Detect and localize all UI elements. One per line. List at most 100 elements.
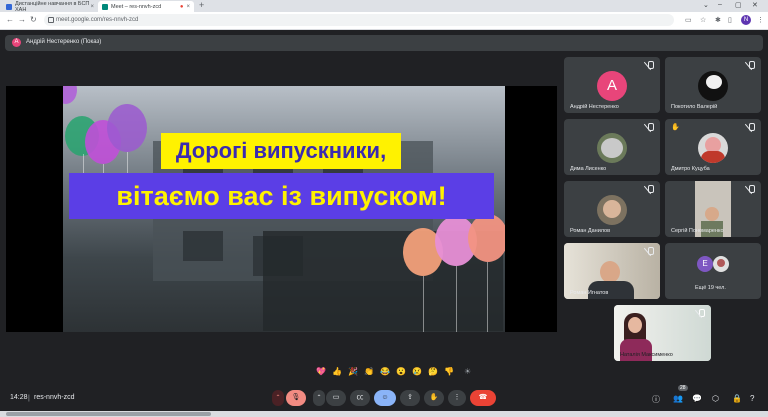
url-field[interactable]: meet.google.com/res-nnvh-zcd: [44, 14, 674, 26]
participant-tile[interactable]: Роман Игнатов: [564, 243, 660, 299]
browser-tab-title: Meet – res-nnvh-zcd: [111, 3, 162, 10]
close-window-icon[interactable]: ✕: [752, 1, 758, 9]
back-icon[interactable]: ←: [6, 15, 14, 24]
building-window: [183, 231, 223, 261]
microphone-off-button[interactable]: 🎙: [286, 390, 306, 406]
meeting-info-icon[interactable]: ⓘ: [652, 394, 660, 405]
end-call-button[interactable]: ☎: [470, 390, 496, 406]
presentation-slide: Дорогі випускники, вітаємо вас із випуск…: [63, 86, 505, 332]
browser-tab-title: Дистанційне навчання в БСП ХАН: [15, 0, 90, 13]
participant-avatar: A: [597, 71, 627, 101]
meeting-control-bar: 14:28 | res-nnvh-zcd ⌃ 🎙 ⌃ ▭ ㏄ ☺ ⇪ ✋ ⋮ ☎…: [0, 385, 768, 411]
tab-search-icon[interactable]: ⌄: [703, 1, 709, 9]
reload-icon[interactable]: ↻: [30, 15, 37, 24]
meeting-code: res-nnvh-zcd: [34, 394, 75, 401]
mic-muted-icon: [749, 185, 755, 193]
mic-muted-icon: [749, 61, 755, 69]
thumbs-down-reaction-icon[interactable]: 👎: [444, 367, 454, 376]
mic-muted-icon: [648, 123, 654, 131]
present-screen-button[interactable]: ⇪: [400, 390, 420, 406]
chat-icon[interactable]: 💬: [692, 394, 702, 403]
participant-name: Дима Лисенко: [570, 166, 607, 172]
browser-tab[interactable]: Дистанційне навчання в БСП ХАН ×: [2, 0, 98, 13]
participant-tile[interactable]: Сергій Пономаренко: [665, 181, 761, 237]
maximize-icon[interactable]: ▢: [735, 1, 742, 9]
reactions-button[interactable]: ☺: [374, 390, 396, 406]
participant-face: [628, 317, 642, 333]
close-tab-icon[interactable]: ×: [186, 4, 190, 10]
participant-tile-more[interactable]: E Ещё 19 чел.: [665, 243, 761, 299]
balloon-graphic: [107, 104, 147, 152]
url-text: meet.google.com/res-nnvh-zcd: [56, 17, 139, 23]
presenter-label: Андрій Нестеренко (Показ): [26, 39, 102, 45]
participant-name: Покотило Валерій: [671, 104, 718, 110]
participant-tile[interactable]: ✋ Дмитро Куцуба: [665, 119, 761, 175]
skin-tone-icon[interactable]: ☀: [464, 367, 471, 376]
people-icon[interactable]: 👥: [673, 394, 683, 403]
captions-button[interactable]: ㏄: [350, 390, 370, 406]
recording-dot-icon: ●: [179, 3, 184, 10]
scrollbar-thumb[interactable]: [6, 412, 211, 416]
mic-muted-icon: [749, 123, 755, 131]
participant-tile[interactable]: Роман Данилов: [564, 181, 660, 237]
camera-indicator-icon[interactable]: ▭: [685, 16, 692, 24]
heart-reaction-icon[interactable]: 💖: [316, 367, 326, 376]
profile-avatar[interactable]: N: [741, 15, 751, 25]
meeting-clock: 14:28: [10, 394, 28, 401]
clap-reaction-icon[interactable]: 👏: [364, 367, 374, 376]
bookmark-star-icon[interactable]: ☆: [700, 16, 706, 24]
party-reaction-icon[interactable]: 🎉: [348, 367, 358, 376]
help-icon[interactable]: ?: [750, 394, 754, 403]
browser-tab-strip: Дистанційне навчання в БСП ХАН × Meet – …: [0, 0, 768, 13]
participant-avatar: [713, 256, 729, 272]
slide-heading-line1: Дорогі випускники,: [161, 133, 401, 169]
sad-reaction-icon[interactable]: 😢: [412, 367, 422, 376]
mic-muted-icon: [699, 309, 705, 317]
raised-hand-icon: ✋: [671, 124, 680, 131]
more-participants-avatar: E: [697, 256, 713, 272]
balloon-string: [423, 276, 424, 332]
mic-muted-icon: [648, 247, 654, 255]
extensions-icon[interactable]: ✱: [715, 16, 721, 24]
participant-avatar: [698, 133, 728, 163]
browser-menu-icon[interactable]: ⋮: [757, 16, 764, 24]
balloon-string: [456, 266, 457, 332]
laugh-reaction-icon[interactable]: 😂: [380, 367, 390, 376]
more-options-button[interactable]: ⋮: [448, 390, 466, 406]
more-participants-label: Ещё 19 чел.: [695, 285, 726, 291]
participant-tile[interactable]: Дима Лисенко: [564, 119, 660, 175]
new-tab-icon[interactable]: +: [199, 0, 204, 10]
participant-face: [600, 261, 620, 283]
slide-heading-line2: вітаємо вас із випуском!: [69, 173, 494, 219]
participant-avatar: [597, 195, 627, 225]
presentation-stage[interactable]: Дорогі випускники, вітаємо вас із випуск…: [6, 86, 557, 332]
participant-tile[interactable]: Покотило Валерій: [665, 57, 761, 113]
presenter-avatar: A: [12, 38, 21, 47]
lock-icon: [48, 17, 54, 23]
raise-hand-button[interactable]: ✋: [424, 390, 444, 406]
host-controls-icon[interactable]: 🔒: [732, 394, 742, 403]
minimize-icon[interactable]: –: [718, 1, 722, 8]
presenter-bar: A Андрій Нестеренко (Показ): [5, 35, 763, 51]
self-view-tile[interactable]: Наталія Максименко: [614, 305, 711, 361]
close-tab-icon[interactable]: ×: [90, 4, 94, 10]
participant-name: Дмитро Куцуба: [671, 166, 710, 172]
thumbs-up-reaction-icon[interactable]: 👍: [332, 367, 342, 376]
side-panel-icon[interactable]: ▯: [728, 16, 732, 24]
thinking-reaction-icon[interactable]: 🤔: [428, 367, 438, 376]
forward-icon[interactable]: →: [18, 15, 26, 24]
browser-tab-active[interactable]: Meet – res-nnvh-zcd ● ×: [98, 1, 194, 12]
activities-icon[interactable]: ⬡: [712, 394, 719, 403]
participant-name: Андрій Нестеренко: [570, 104, 619, 110]
participant-count-badge: 28: [678, 385, 688, 391]
mic-options-icon[interactable]: ⌃: [272, 390, 284, 406]
balloon-graphic: [63, 86, 77, 104]
participant-tile[interactable]: A Андрій Нестеренко: [564, 57, 660, 113]
participant-name: Роман Игнатов: [570, 290, 609, 296]
camera-options-icon[interactable]: ⌃: [313, 390, 325, 406]
meet-favicon-icon: [102, 3, 108, 10]
surprise-reaction-icon[interactable]: 😮: [396, 367, 406, 376]
balloon-graphic: [468, 214, 505, 262]
camera-button[interactable]: ▭: [326, 390, 346, 406]
participant-name: Сергій Пономаренко: [671, 228, 724, 234]
